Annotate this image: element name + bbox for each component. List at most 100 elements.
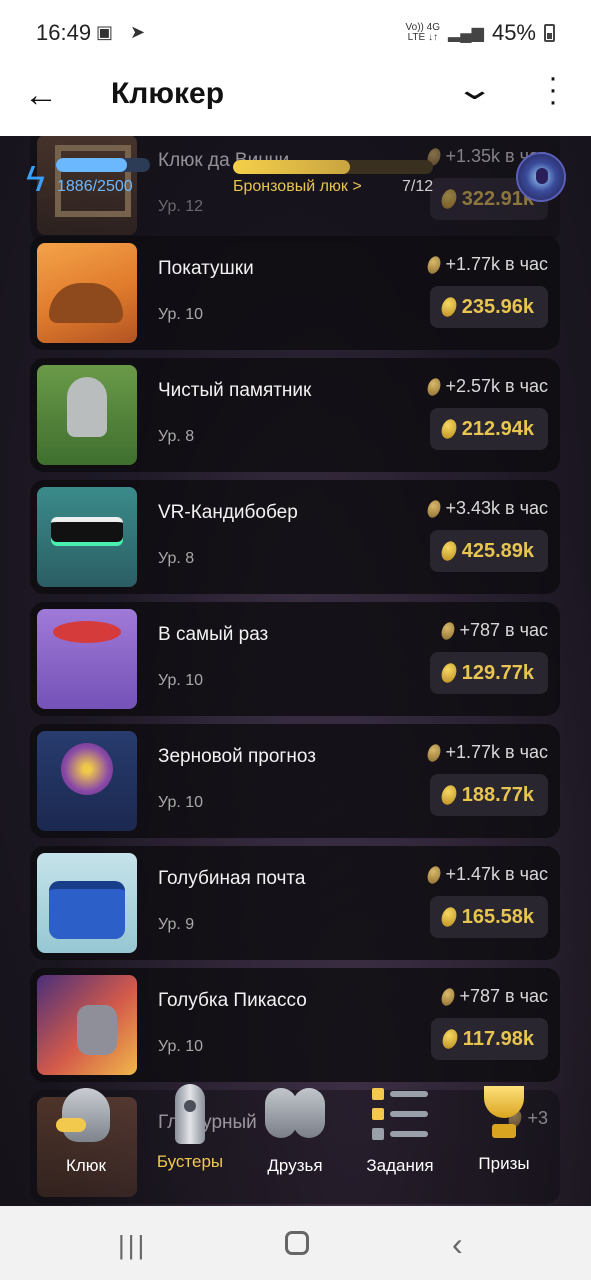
booster-rate: +1.47k в час	[424, 863, 548, 886]
rocket-icon	[175, 1084, 205, 1144]
seed-icon	[438, 985, 457, 1008]
seed-icon	[438, 905, 459, 929]
booster-name: Покатушки	[158, 258, 254, 279]
seed-icon	[424, 863, 443, 886]
booster-price-button[interactable]: 129.77k	[429, 652, 548, 694]
hud: ϟ 1886/2500 Бронзовый люк > 7/12	[0, 136, 591, 226]
booster-name: В самый раз	[158, 624, 269, 645]
booster-rate: +3.43k в час	[424, 497, 548, 520]
seed-icon	[424, 375, 443, 398]
booster-image	[37, 609, 137, 709]
booster-card[interactable]: Зерновой прогноз Ур. 10 +1.77k в час 188…	[30, 724, 560, 838]
booster-rate: +1.77k в час	[424, 253, 548, 276]
recent-apps-icon[interactable]: |||	[118, 1230, 147, 1261]
booster-price-button[interactable]: 235.96k	[429, 286, 548, 328]
booster-image	[37, 487, 137, 587]
booster-rate: +787 в час	[438, 619, 548, 642]
nav-label: Клюк	[65, 1156, 106, 1175]
seed-icon	[438, 619, 457, 642]
nav-item-prizes[interactable]: Призы	[449, 1082, 559, 1174]
booster-price-button[interactable]: 188.77k	[429, 774, 548, 816]
energy-bar	[56, 158, 150, 172]
status-right: Vo)) 4G LTE ↓↑ ▂▄▆ 45%	[406, 20, 555, 46]
booster-name: VR-Кандибобер	[158, 502, 298, 523]
booster-image	[37, 975, 137, 1075]
booster-name: Чистый памятник	[158, 380, 312, 401]
seed-icon	[424, 741, 443, 764]
seed-icon	[439, 1027, 460, 1051]
level-link[interactable]: Бронзовый люк >	[233, 178, 362, 196]
booster-card[interactable]: Чистый памятник Ур. 8 +2.57k в час 212.9…	[30, 358, 560, 472]
nav-label: Призы	[478, 1154, 530, 1173]
booster-rate: +787 в час	[438, 985, 548, 1008]
lightning-icon: ϟ	[26, 158, 46, 199]
game-area: Клюк да Винчи Ур. 12 +1.35k в час 322.91…	[0, 136, 591, 1206]
back-arrow-icon[interactable]: ←	[24, 76, 58, 115]
booster-image	[37, 853, 137, 953]
status-time: 16:49	[36, 20, 92, 45]
app-bar: ← Клюкер ⌄ · · ·	[0, 62, 591, 136]
seed-icon	[438, 417, 459, 441]
energy-text: 1886/2500	[57, 178, 133, 195]
booster-card[interactable]: VR-Кандибобер Ур. 8 +3.43k в час 425.89k	[30, 480, 560, 594]
booster-image	[37, 365, 137, 465]
friends-icon	[265, 1088, 325, 1142]
home-icon[interactable]	[285, 1231, 309, 1255]
chevron-down-icon[interactable]: ⌄	[454, 72, 494, 107]
booster-card[interactable]: В самый раз Ур. 10 +787 в час 129.77k	[30, 602, 560, 716]
seed-icon	[424, 497, 443, 520]
nav-item-tasks[interactable]: Задания	[345, 1082, 455, 1176]
booster-name: Голубиная почта	[158, 868, 306, 889]
booster-level: Ур. 10	[158, 306, 204, 323]
booster-price-button[interactable]: 212.94k	[429, 408, 548, 450]
booster-card[interactable]: Голубиная почта Ур. 9 +1.47k в час 165.5…	[30, 846, 560, 960]
battery-icon	[544, 24, 555, 42]
checklist-icon	[372, 1088, 428, 1142]
booster-level: Ур. 10	[158, 794, 204, 811]
battery-text: 45%	[491, 20, 536, 45]
back-chevron-icon[interactable]: ‹	[452, 1226, 463, 1263]
nav-item-friends[interactable]: Друзья	[240, 1082, 350, 1176]
seed-icon	[438, 295, 459, 319]
booster-name: Зерновой прогноз	[158, 746, 316, 767]
booster-card[interactable]: Голубка Пикассо Ур. 10 +787 в час 117.98…	[30, 968, 560, 1082]
energy-bar-fill	[56, 158, 127, 172]
level-progress-fill	[233, 160, 350, 174]
booster-card[interactable]: Покатушки Ур. 10 +1.77k в час 235.96k	[30, 236, 560, 350]
booster-level: Ур. 10	[158, 1038, 204, 1055]
seed-icon	[438, 783, 459, 807]
booster-rate: +2.57k в час	[424, 375, 548, 398]
nav-item-kluk[interactable]: Клюк	[31, 1082, 141, 1176]
more-menu-icon[interactable]: · · ·	[538, 63, 568, 117]
booster-level: Ур. 8	[158, 428, 195, 445]
level-count: 7/12	[402, 178, 434, 195]
avatar[interactable]	[516, 152, 566, 202]
trophy-icon	[478, 1086, 530, 1142]
booster-price-button[interactable]: 425.89k	[429, 530, 548, 572]
booster-name: Голубка Пикассо	[158, 990, 307, 1011]
booster-level: Ур. 10	[158, 672, 204, 689]
booster-level: Ур. 9	[158, 916, 195, 933]
seed-icon	[424, 253, 443, 276]
seed-icon	[438, 539, 459, 563]
system-nav-bar: ||| ‹	[0, 1206, 591, 1280]
nav-item-boosters[interactable]: Бустеры	[135, 1082, 245, 1172]
status-bar: 16:49 ▣ ➤ Vo)) 4G LTE ↓↑ ▂▄▆ 45%	[0, 0, 591, 62]
network-label-bottom: LTE ↓↑	[407, 32, 438, 43]
level-progress-bar	[233, 160, 433, 174]
seed-icon	[438, 661, 459, 685]
nav-label: Бустеры	[156, 1152, 224, 1171]
booster-image	[37, 243, 137, 343]
nav-label: Друзья	[267, 1156, 323, 1175]
nav-label: Задания	[366, 1156, 434, 1175]
app-title: Клюкер	[111, 77, 225, 110]
pigeon-icon	[56, 1088, 110, 1142]
booster-price-button[interactable]: 117.98k	[430, 1018, 548, 1060]
signal-icon: ▂▄▆	[448, 25, 484, 42]
booster-level: Ур. 8	[158, 550, 195, 567]
booster-price-button[interactable]: 165.58k	[429, 896, 548, 938]
booster-image	[37, 731, 137, 831]
booster-rate: +1.77k в час	[424, 741, 548, 764]
bottom-nav: Клюк Бустеры Друзья Задания Призы	[0, 1082, 591, 1206]
notification-icons: ▣ ➤	[96, 22, 152, 42]
